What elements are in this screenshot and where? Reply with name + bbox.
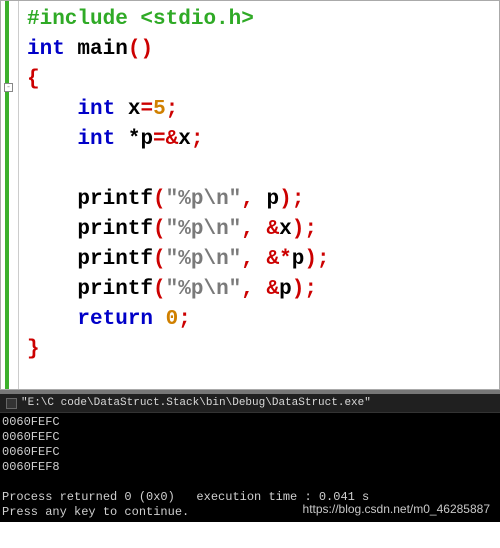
console-icon xyxy=(6,398,17,409)
code-area[interactable]: #include <stdio.h> int main() { int x=5;… xyxy=(19,1,334,389)
output-line: 0060FEFC xyxy=(2,430,60,444)
output-line: 0060FEFC xyxy=(2,445,60,459)
fold-toggle[interactable]: - xyxy=(4,83,13,92)
output-line: 0060FEF8 xyxy=(2,460,60,474)
keyword: int xyxy=(27,38,65,61)
fn-call: printf xyxy=(77,188,153,211)
fn-call: printf xyxy=(77,278,153,301)
string: "%p\n" xyxy=(166,278,242,301)
identifier: main xyxy=(65,38,128,61)
paren: ) xyxy=(140,38,153,61)
number: 0 xyxy=(166,308,179,331)
editor-gutter: - xyxy=(1,1,19,389)
brace: } xyxy=(27,338,40,361)
brace: { xyxy=(27,68,40,91)
console-title-bar: "E:\C code\DataStruct.Stack\bin\Debug\Da… xyxy=(0,394,500,413)
number: 5 xyxy=(153,98,166,121)
watermark-text: https://blog.csdn.net/m0_46285887 xyxy=(303,502,490,516)
fn-call: printf xyxy=(77,218,153,241)
keyword: int xyxy=(77,98,115,121)
string: "%p\n" xyxy=(166,188,242,211)
code-editor-pane: - #include <stdio.h> int main() { int x=… xyxy=(0,0,500,390)
string: "%p\n" xyxy=(166,248,242,271)
include-file: <stdio.h> xyxy=(128,8,254,31)
fn-call: printf xyxy=(77,248,153,271)
keyword: return xyxy=(77,308,153,331)
string: "%p\n" xyxy=(166,218,242,241)
change-marker xyxy=(5,1,9,389)
output-line: 0060FEFC xyxy=(2,415,60,429)
keyword: int xyxy=(77,128,115,151)
output-line: Press any key to continue. xyxy=(2,505,189,519)
paren: ( xyxy=(128,38,141,61)
console-title-text: "E:\C code\DataStruct.Stack\bin\Debug\Da… xyxy=(21,397,371,409)
preprocessor: #include xyxy=(27,8,128,31)
